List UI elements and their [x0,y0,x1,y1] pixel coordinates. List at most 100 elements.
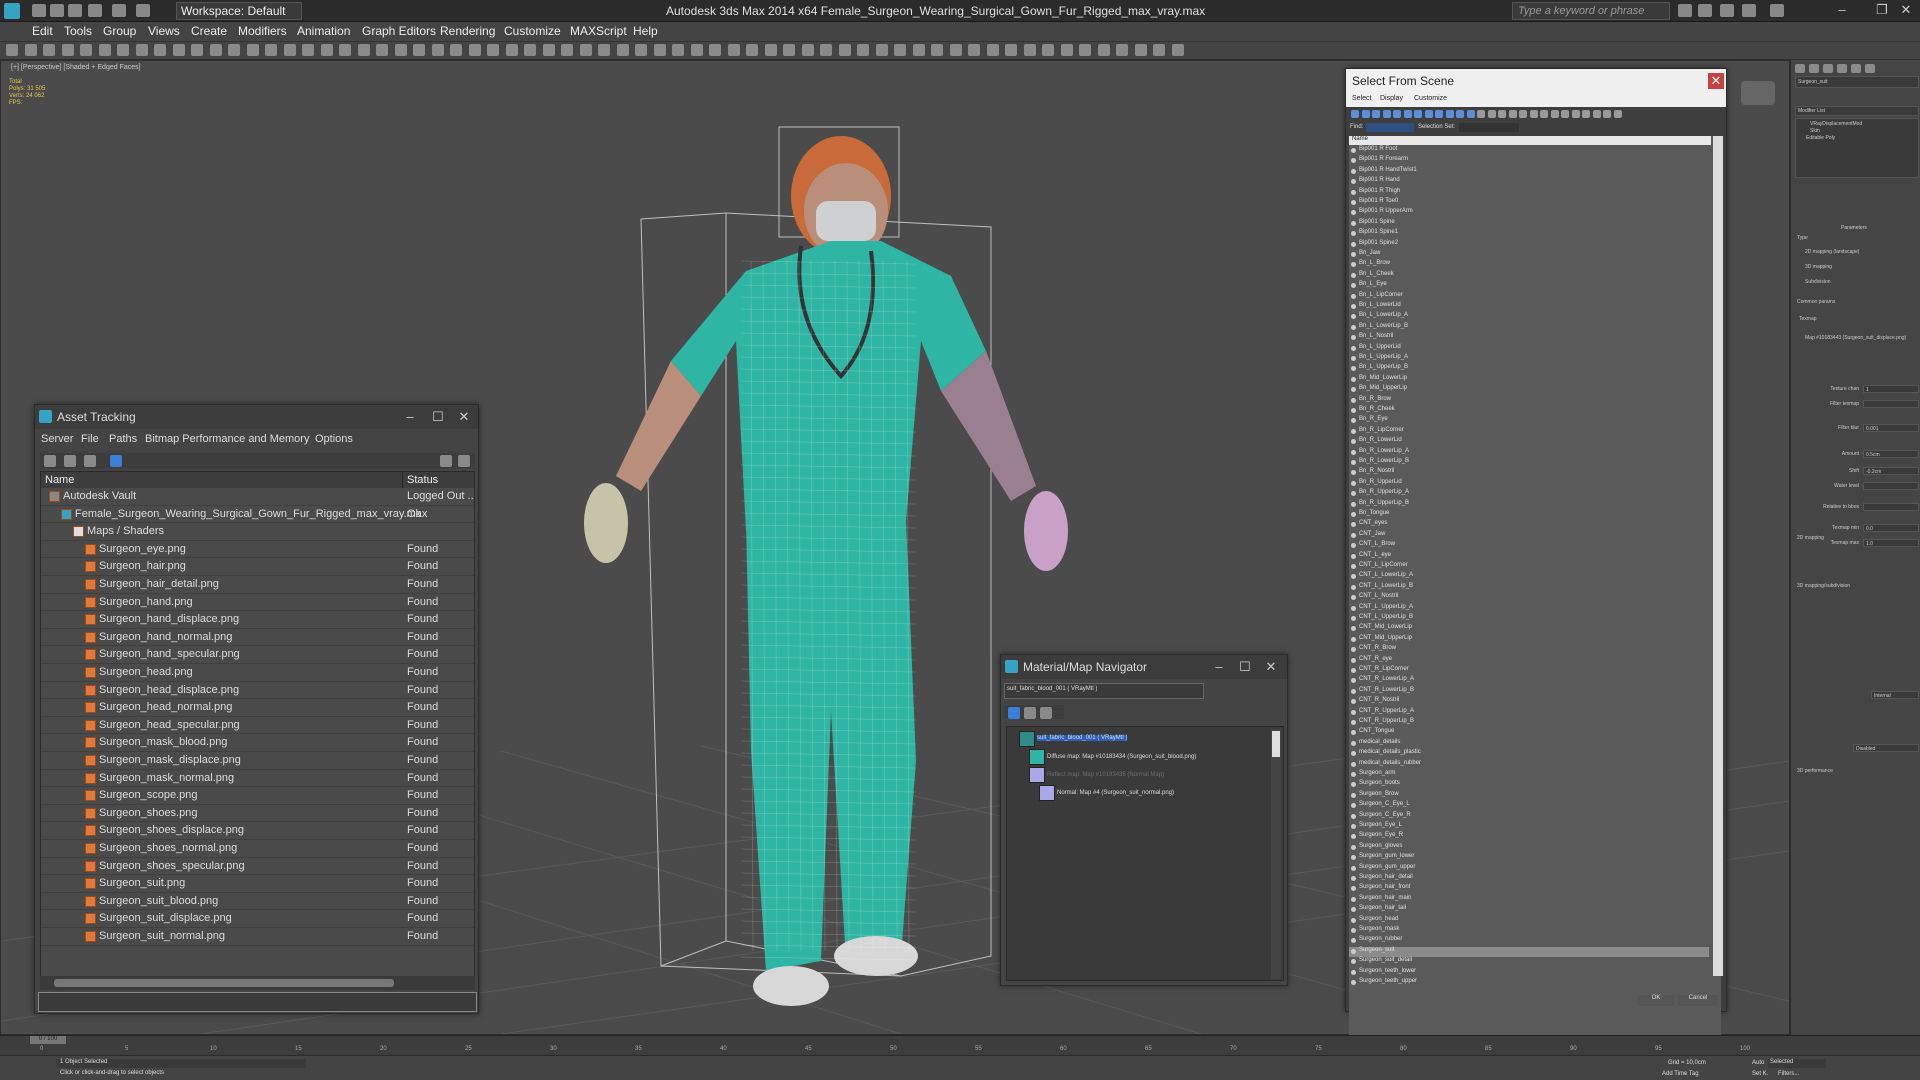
list-item[interactable]: CNT_L_LowerLip_B [1349,583,1709,593]
param-spinner[interactable] [1863,482,1919,490]
filter-toggle-icon[interactable] [1508,110,1517,118]
toolbar-tool-icon[interactable] [746,44,758,56]
list-item[interactable]: Bip001 Spine [1349,219,1709,229]
toolbar-tool-icon[interactable] [6,44,18,56]
toolbar-tool-icon[interactable] [949,44,962,56]
list-item[interactable]: Bn_R_LowerLip_B [1349,458,1709,468]
list-item[interactable]: Surgeon_teeth_upper [1349,978,1709,988]
maximize-icon[interactable]: ☐ [430,409,446,425]
param-spinner[interactable]: 0.5cm [1863,450,1919,458]
filter-toggle-icon[interactable] [1613,110,1622,118]
material-node[interactable]: suit_fabric_blood_001 ( VRayMtl ) [1037,735,1128,741]
list-item[interactable]: medical_details_plastic [1349,749,1709,759]
list-item[interactable]: Surgeon_hair_tail [1349,905,1709,915]
settings-icon[interactable] [458,455,470,467]
normal-map-node[interactable]: Normal: Map #4 (Surgeon_suit_normal.png) [1057,790,1174,796]
communication-icon[interactable] [1720,4,1734,17]
parameters-rollout-header[interactable]: Parameters [1841,225,1867,231]
diffuse-map-node[interactable]: Diffuse map: Map #10183434 (Surgeon_suit… [1047,754,1196,760]
filter-toggle-icon[interactable] [1393,110,1401,118]
toolbar-tool-icon[interactable] [117,44,129,56]
toolbar-tool-icon[interactable] [1005,44,1017,56]
list-item[interactable]: CNT_Mid_UpperLip [1349,635,1709,645]
filter-toggle-icon[interactable] [1603,110,1611,118]
list-item[interactable]: medical_details [1349,739,1709,749]
param-spinner[interactable]: -0.2cm [1863,467,1919,475]
list-item[interactable]: CNT_R_UpperLip_A [1349,708,1709,718]
list-item[interactable]: Surgeon_rubber [1349,936,1709,946]
viewcube-icon[interactable] [1741,81,1775,105]
list-item[interactable]: Bip001 R Thigh [1349,188,1709,198]
toolbar-tool-icon[interactable] [875,44,888,56]
time-slider[interactable]: 0 / 100 [30,1036,66,1044]
refresh-icon[interactable] [64,455,76,467]
list-item[interactable]: Surgeon_hair_front [1349,884,1709,894]
favorites-star-icon[interactable] [1742,4,1756,17]
close-icon[interactable]: ✕ [456,409,472,425]
filter-toggle-icon[interactable] [1403,110,1412,118]
filter-toggle-icon[interactable] [1498,110,1506,118]
list-item[interactable]: Surgeon_hair_main [1349,895,1709,905]
table-row[interactable]: Maps / Shaders [41,523,474,541]
vertical-scrollbar[interactable] [1713,136,1723,976]
path-field[interactable] [38,992,477,1012]
table-row[interactable]: Surgeon_head_displace.png Found [41,682,474,700]
list-item[interactable]: Surgeon_Brow [1349,791,1709,801]
toolbar-tool-icon[interactable] [283,44,296,56]
toolbar-tool-icon[interactable] [968,44,980,56]
toolbar-tool-icon[interactable] [894,44,906,56]
list-item[interactable]: Bn_R_LowerLid [1349,437,1709,447]
toolbar-tool-icon[interactable] [246,44,259,56]
list-item[interactable]: CNT_R_LowerLip_B [1349,687,1709,697]
toolbar-tool-icon[interactable] [228,44,240,56]
param-spinner[interactable]: 0.001 [1863,424,1919,432]
help-icon[interactable] [440,455,452,467]
list-item[interactable]: CNT_L_UpperLip_A [1349,604,1709,614]
toolbar-tool-icon[interactable] [431,44,444,56]
list-item[interactable]: Surgeon_mask [1349,926,1709,936]
menu-customize[interactable]: Customize [1414,95,1447,102]
list-item[interactable]: Bn_Tongue [1349,510,1709,520]
list-item[interactable]: Bn_Mid_LowerLip [1349,375,1709,385]
add-time-tag[interactable]: Add Time Tag [1662,1071,1699,1077]
table-row[interactable]: Surgeon_suit.png Found [41,875,474,893]
param-spinner[interactable]: 0.0 [1863,524,1919,532]
toolbar-tool-icon[interactable] [986,44,999,56]
list-item[interactable]: Bn_L_LowerLip_A [1349,312,1709,322]
toolbar-tool-icon[interactable] [931,44,943,56]
table-row[interactable]: Surgeon_shoes_displace.png Found [41,822,474,840]
section-3d-subdivision[interactable]: 3D mapping/subdivision [1797,583,1850,589]
toolbar-tool-icon[interactable] [61,44,74,56]
toolbar-tool-icon[interactable] [98,44,111,56]
list-item[interactable]: Bn_L_Eye [1349,281,1709,291]
table-row[interactable]: Surgeon_head_specular.png Found [41,717,474,735]
material-navigator-titlebar[interactable]: Material/Map Navigator – ☐ ✕ [1001,655,1287,679]
list-item[interactable]: Bn_R_Cheek [1349,406,1709,416]
table-row[interactable]: Surgeon_hand_normal.png Found [41,629,474,647]
vault-icon[interactable] [44,455,56,467]
filter-toggle-icon[interactable] [1582,110,1590,118]
toolbar-tool-icon[interactable] [820,44,832,56]
save-file-icon[interactable] [68,4,82,17]
list-item[interactable]: Bn_R_LipCorner [1349,427,1709,437]
menu-server[interactable]: Server [41,433,73,445]
list-item[interactable]: Surgeon_teeth_lower [1349,968,1709,978]
list-item[interactable]: Surgeon_hair_detail [1349,874,1709,884]
filter-toggle-icon[interactable] [1529,110,1538,118]
menu-paths[interactable]: Paths [109,433,137,445]
subscription-icon[interactable] [1698,4,1712,17]
toolbar-tool-icon[interactable] [43,44,55,56]
toolbar-tool-icon[interactable] [561,44,573,56]
option-2d-mapping[interactable]: 2D mapping (landscape) [1805,249,1859,255]
project-folder-icon[interactable] [136,4,150,17]
filter-toggle-icon[interactable] [1361,110,1370,118]
command-panel-tab-icon[interactable] [1795,64,1805,73]
menu-rendering[interactable]: Rendering [440,24,495,38]
menu-graph-editors[interactable]: Graph Editors [362,24,436,38]
list-item[interactable]: Surgeon_boots [1349,780,1709,790]
list-item[interactable]: CNT_Tongue [1349,728,1709,738]
asset-tracking-titlebar[interactable]: Asset Tracking – ☐ ✕ [35,405,478,429]
table-row[interactable]: Surgeon_mask_blood.png Found [41,734,474,752]
modifier-list-dropdown[interactable]: Modifier List [1795,106,1919,116]
command-panel-tab-icon[interactable] [1865,64,1875,73]
